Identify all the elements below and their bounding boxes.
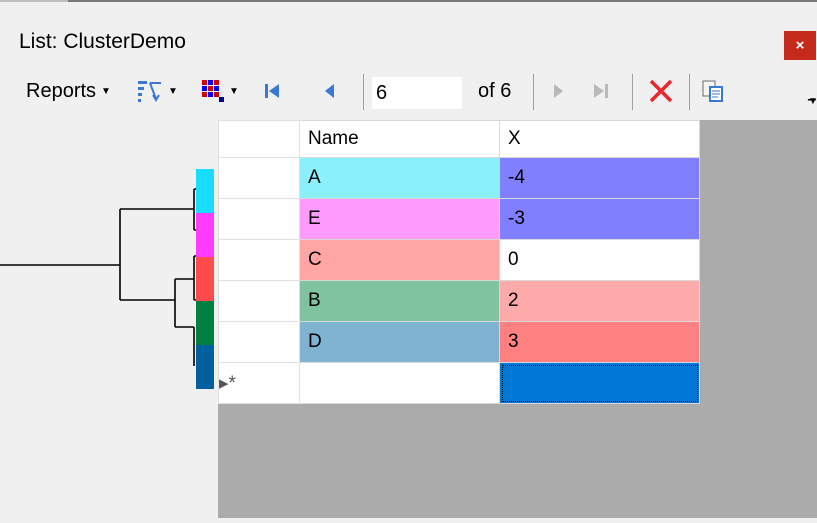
row-header[interactable] bbox=[218, 239, 300, 281]
first-icon bbox=[265, 84, 279, 98]
row-header[interactable] bbox=[218, 280, 300, 322]
separator bbox=[533, 74, 534, 110]
header-row: Name X bbox=[218, 120, 700, 158]
sort-icon bbox=[138, 81, 161, 102]
new-row-x-cell[interactable] bbox=[499, 362, 700, 404]
table-row: A -4 bbox=[218, 157, 700, 199]
dendrogram-panel bbox=[0, 120, 218, 518]
table-row: D3 bbox=[218, 321, 700, 363]
separator bbox=[632, 74, 633, 110]
row-header[interactable] bbox=[218, 321, 300, 363]
chevron-down-icon: ▼ bbox=[229, 85, 239, 97]
toolbar-overflow-button[interactable]: ▁ ▼ bbox=[808, 91, 817, 107]
column-header-x[interactable]: X bbox=[499, 120, 700, 158]
x-cell[interactable]: 2 bbox=[499, 280, 700, 322]
sort-dropdown-button[interactable]: ▼ bbox=[137, 66, 178, 116]
name-cell[interactable]: D bbox=[299, 321, 500, 363]
next-record-button[interactable] bbox=[552, 66, 566, 116]
row-header-corner[interactable] bbox=[218, 120, 300, 158]
name-cell[interactable]: B bbox=[299, 280, 500, 322]
previous-icon bbox=[325, 84, 334, 98]
next-icon bbox=[554, 84, 563, 98]
leaf-color-strip bbox=[196, 301, 214, 345]
last-icon bbox=[594, 84, 608, 98]
leaf-color-strips bbox=[196, 169, 214, 389]
data-grid: Name X A -4 E -3 C 0 B 2 D 3 ▸* bbox=[218, 120, 700, 404]
of-count-label: of 6 bbox=[478, 79, 512, 102]
x-cell[interactable]: 3 bbox=[499, 321, 700, 363]
x-cell[interactable]: -3 bbox=[499, 198, 700, 240]
position-input[interactable]: 6 bbox=[372, 77, 462, 109]
dendrogram-branches bbox=[0, 188, 196, 366]
row-header[interactable] bbox=[218, 157, 300, 199]
leaf-color-strip bbox=[196, 169, 214, 213]
table-row: E -3 bbox=[218, 198, 700, 240]
last-record-button[interactable] bbox=[592, 66, 610, 116]
reports-menu-button[interactable]: Reports ▼ bbox=[26, 66, 111, 116]
new-row-name-cell[interactable] bbox=[299, 362, 500, 404]
x-cell[interactable]: -4 bbox=[499, 157, 700, 199]
separator bbox=[363, 74, 364, 110]
copy-icon bbox=[702, 80, 723, 102]
leaf-color-strip bbox=[196, 345, 214, 389]
delete-button[interactable] bbox=[647, 66, 675, 116]
color-grid-icon bbox=[202, 80, 224, 102]
title-bar: List: ClusterDemo × bbox=[0, 2, 817, 64]
previous-record-button[interactable] bbox=[322, 66, 336, 116]
close-button[interactable]: × bbox=[784, 31, 816, 60]
first-record-button[interactable] bbox=[263, 66, 281, 116]
copy-button[interactable] bbox=[701, 66, 725, 116]
name-cell[interactable]: C bbox=[299, 239, 500, 281]
color-scheme-button[interactable]: ▼ bbox=[202, 66, 239, 116]
table-row: B2 bbox=[218, 280, 700, 322]
name-cell[interactable]: E bbox=[299, 198, 500, 240]
separator bbox=[689, 74, 690, 110]
x-cell[interactable]: 0 bbox=[499, 239, 700, 281]
reports-label: Reports bbox=[26, 79, 97, 102]
record-count: of 6 bbox=[478, 66, 511, 116]
chevron-down-icon: ▼ bbox=[101, 85, 111, 97]
chevron-down-icon: ▼ bbox=[168, 85, 178, 97]
leaf-color-strip bbox=[196, 257, 214, 301]
window-title: List: ClusterDemo bbox=[19, 30, 186, 53]
leaf-color-strip bbox=[196, 213, 214, 257]
dendrogram-chart bbox=[0, 169, 214, 389]
data-grid-area: Name X A -4 E -3 C 0 B 2 D 3 ▸* bbox=[218, 120, 817, 518]
new-row: ▸* bbox=[218, 362, 700, 404]
row-header[interactable] bbox=[218, 198, 300, 240]
column-header-name[interactable]: Name bbox=[299, 120, 500, 158]
name-cell[interactable]: A bbox=[299, 157, 500, 199]
delete-x-icon bbox=[649, 79, 673, 103]
new-row-marker[interactable]: ▸* bbox=[218, 362, 300, 404]
table-row: C0 bbox=[218, 239, 700, 281]
